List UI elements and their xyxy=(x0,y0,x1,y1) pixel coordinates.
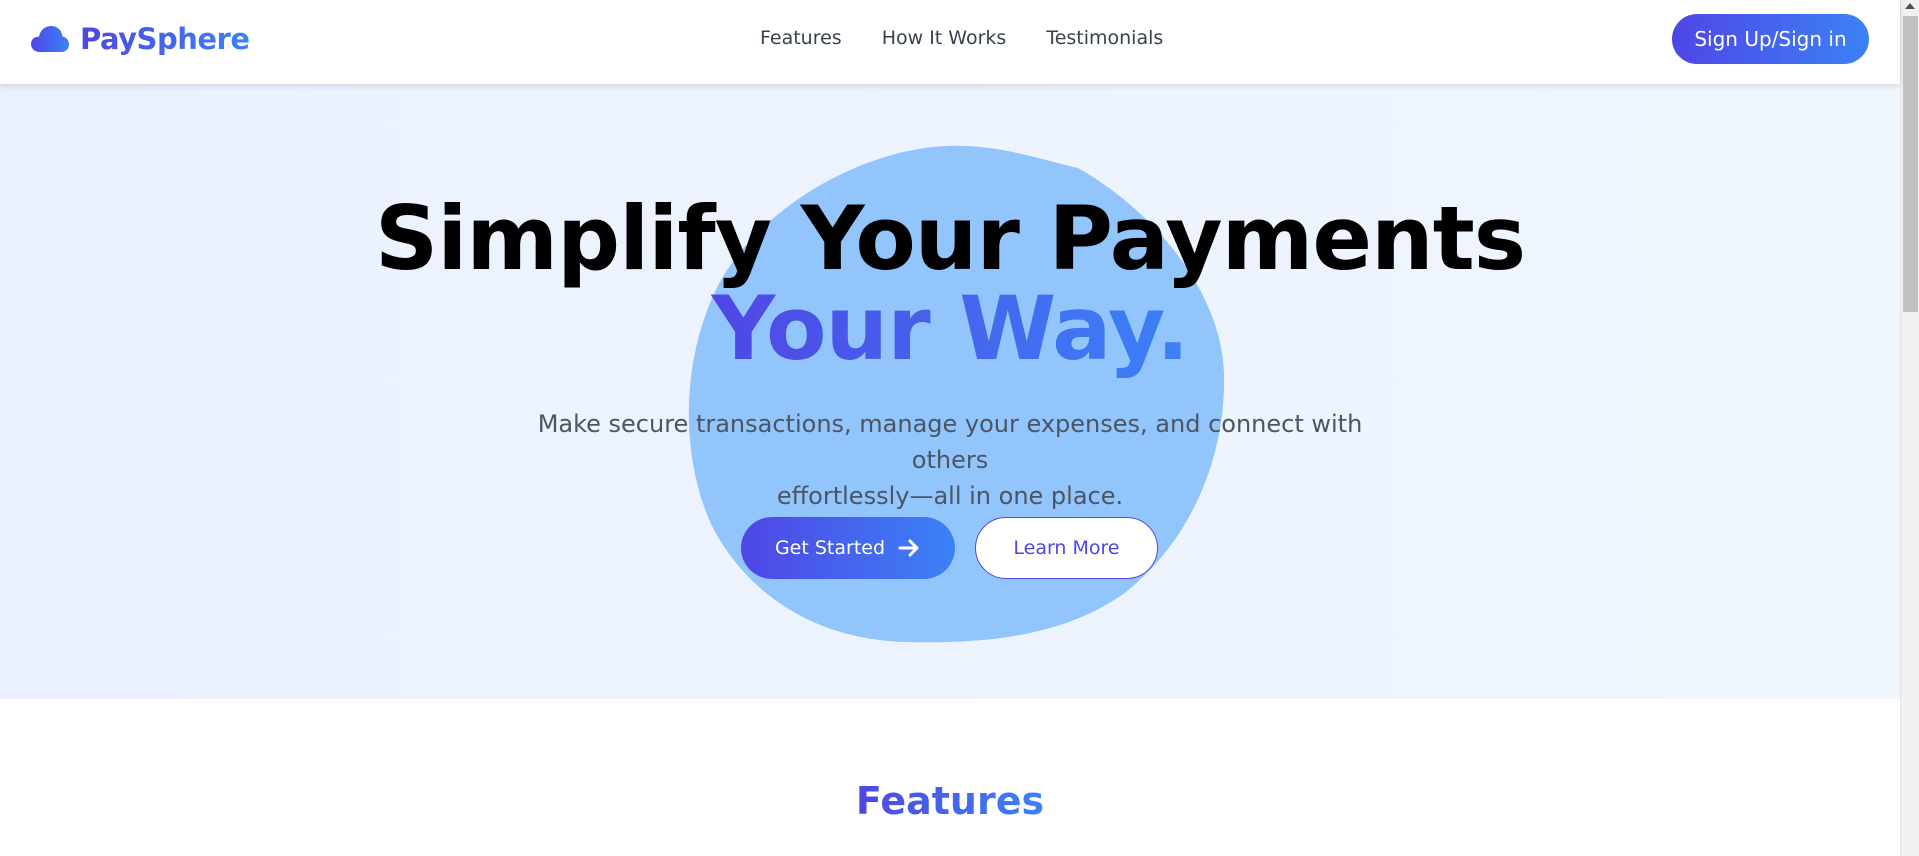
nav-link-features[interactable]: Features xyxy=(760,27,842,49)
hero-title-accent: Your Way. xyxy=(0,284,1900,374)
arrow-right-icon xyxy=(898,539,919,557)
hero-subtitle: Make secure transactions, manage your ex… xyxy=(500,406,1400,514)
brand-name: PaySphere xyxy=(80,22,250,56)
learn-more-button[interactable]: Learn More xyxy=(975,517,1158,579)
hero-title-accent-text: Your Way. xyxy=(711,277,1189,380)
page: PaySphere Features How It Works Testimon… xyxy=(0,0,1919,856)
scrollbar-thumb[interactable] xyxy=(1903,16,1918,312)
vertical-scrollbar[interactable] xyxy=(1900,0,1919,856)
get-started-button[interactable]: Get Started xyxy=(741,517,955,579)
main-nav: Features How It Works Testimonials xyxy=(760,27,1163,49)
hero-subtitle-line1: Make secure transactions, manage your ex… xyxy=(537,410,1363,474)
hero-title: Simplify Your Payments xyxy=(374,187,1526,290)
features-heading: Features xyxy=(0,779,1900,823)
brand-logo[interactable]: PaySphere xyxy=(30,22,250,56)
nav-link-how-it-works[interactable]: How It Works xyxy=(882,27,1007,49)
scroll-up-arrow-icon[interactable] xyxy=(1905,3,1915,9)
top-navbar: PaySphere Features How It Works Testimon… xyxy=(0,0,1900,84)
features-heading-text: Features xyxy=(855,779,1045,823)
nav-link-testimonials[interactable]: Testimonials xyxy=(1046,27,1163,49)
hero-section: Simplify Your Payments Your Way. Make se… xyxy=(0,84,1900,699)
sign-up-sign-in-button[interactable]: Sign Up/Sign in xyxy=(1672,14,1869,64)
get-started-label: Get Started xyxy=(774,537,886,559)
cloud-icon xyxy=(31,26,69,52)
features-section: Features xyxy=(0,699,1900,856)
hero-subtitle-line2: effortlessly—all in one place. xyxy=(776,482,1124,510)
